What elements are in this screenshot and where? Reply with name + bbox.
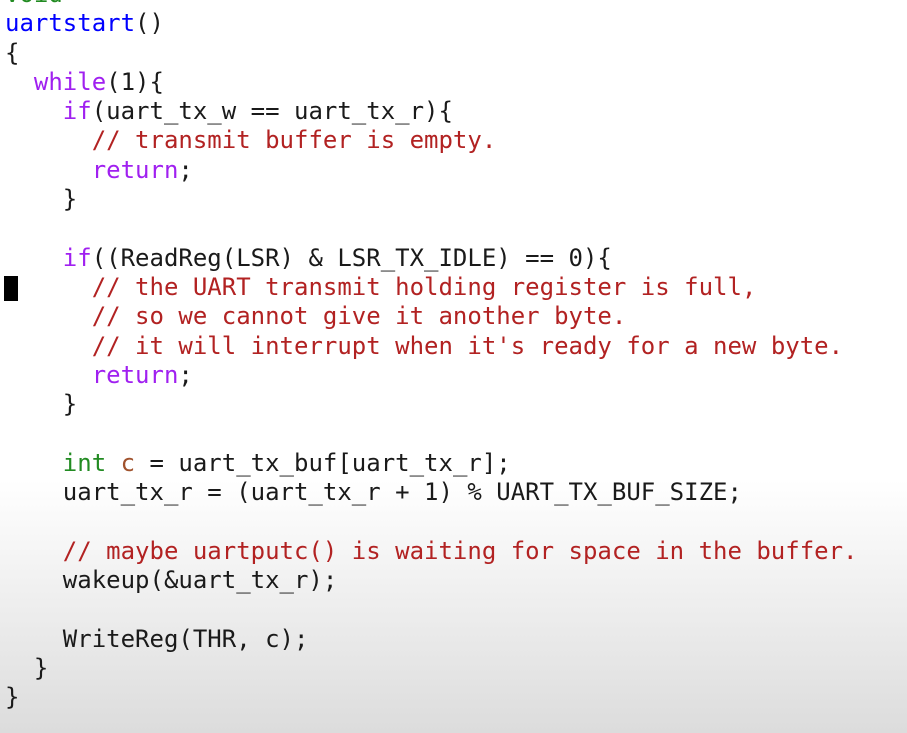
code-line: // the UART transmit holding register is…: [0, 273, 907, 302]
code-token: WriteReg(THR, c);: [5, 624, 309, 653]
code-line: if(uart_tx_w == uart_tx_r){: [0, 97, 907, 126]
code-token: = uart_tx_buf[uart_tx_r];: [135, 448, 511, 477]
code-token: int: [62, 448, 107, 477]
code-token: return: [91, 155, 179, 184]
code-line: void: [0, 0, 907, 9]
code-token: void: [5, 0, 63, 8]
code-token: }: [5, 390, 78, 419]
code-token: // it will interrupt when it's ready for…: [91, 331, 844, 360]
code-line: wakeup(&uart_tx_r);: [0, 566, 907, 595]
code-line: // maybe uartputc() is waiting for space…: [0, 537, 907, 566]
code-token: // the UART transmit holding register is…: [91, 272, 757, 301]
code-line: while(1){: [0, 68, 907, 97]
code-token: }: [5, 185, 78, 214]
code-token: while: [33, 67, 107, 96]
code-line: }: [0, 683, 907, 712]
code-line: uart_tx_r = (uart_tx_r + 1) % UART_TX_BU…: [0, 478, 907, 507]
code-token: ;: [178, 360, 193, 389]
code-line: }: [0, 185, 907, 214]
code-viewer-screen: { "code": { "lines": [ [ { "t": "void", …: [0, 0, 907, 733]
code-token: c: [120, 448, 136, 477]
code-token: // so we cannot give it another byte.: [91, 302, 627, 331]
code-token: ;: [178, 155, 193, 184]
code-line: uartstart(): [0, 9, 907, 38]
code-token: return: [91, 360, 179, 389]
code-editor[interactable]: voiduartstart(){ while(1){ if(uart_tx_w …: [0, 0, 907, 712]
code-token: (1){: [106, 67, 164, 96]
code-line: }: [0, 654, 907, 683]
code-token: uartstart: [5, 9, 136, 38]
code-token: }: [5, 683, 20, 712]
code-token: }: [5, 653, 49, 682]
text-cursor: [4, 275, 18, 301]
code-line: int c = uart_tx_buf[uart_tx_r];: [0, 449, 907, 478]
code-line: // so we cannot give it another byte.: [0, 302, 907, 331]
code-token: (): [135, 9, 164, 38]
code-token: uart_tx_r = (uart_tx_r + 1) % UART_TX_BU…: [5, 478, 742, 507]
code-line: // transmit buffer is empty.: [0, 126, 907, 155]
code-line: return;: [0, 361, 907, 390]
code-token: ((ReadReg(LSR) & LSR_TX_IDLE) == 0){: [91, 243, 612, 272]
code-token: if: [62, 97, 92, 126]
code-line: // it will interrupt when it's ready for…: [0, 332, 907, 361]
code-token: wakeup(&uart_tx_r);: [5, 565, 338, 594]
code-line: {: [0, 39, 907, 68]
code-token: // transmit buffer is empty.: [91, 126, 497, 155]
code-token: // maybe uartputc() is waiting for space…: [62, 536, 858, 565]
code-token: if: [62, 243, 92, 272]
code-token: {: [5, 38, 20, 67]
code-token: (uart_tx_w == uart_tx_r){: [91, 97, 453, 126]
code-line: }: [0, 390, 907, 419]
code-line: WriteReg(THR, c);: [0, 625, 907, 654]
code-line: return;: [0, 156, 907, 185]
code-line: if((ReadReg(LSR) & LSR_TX_IDLE) == 0){: [0, 244, 907, 273]
